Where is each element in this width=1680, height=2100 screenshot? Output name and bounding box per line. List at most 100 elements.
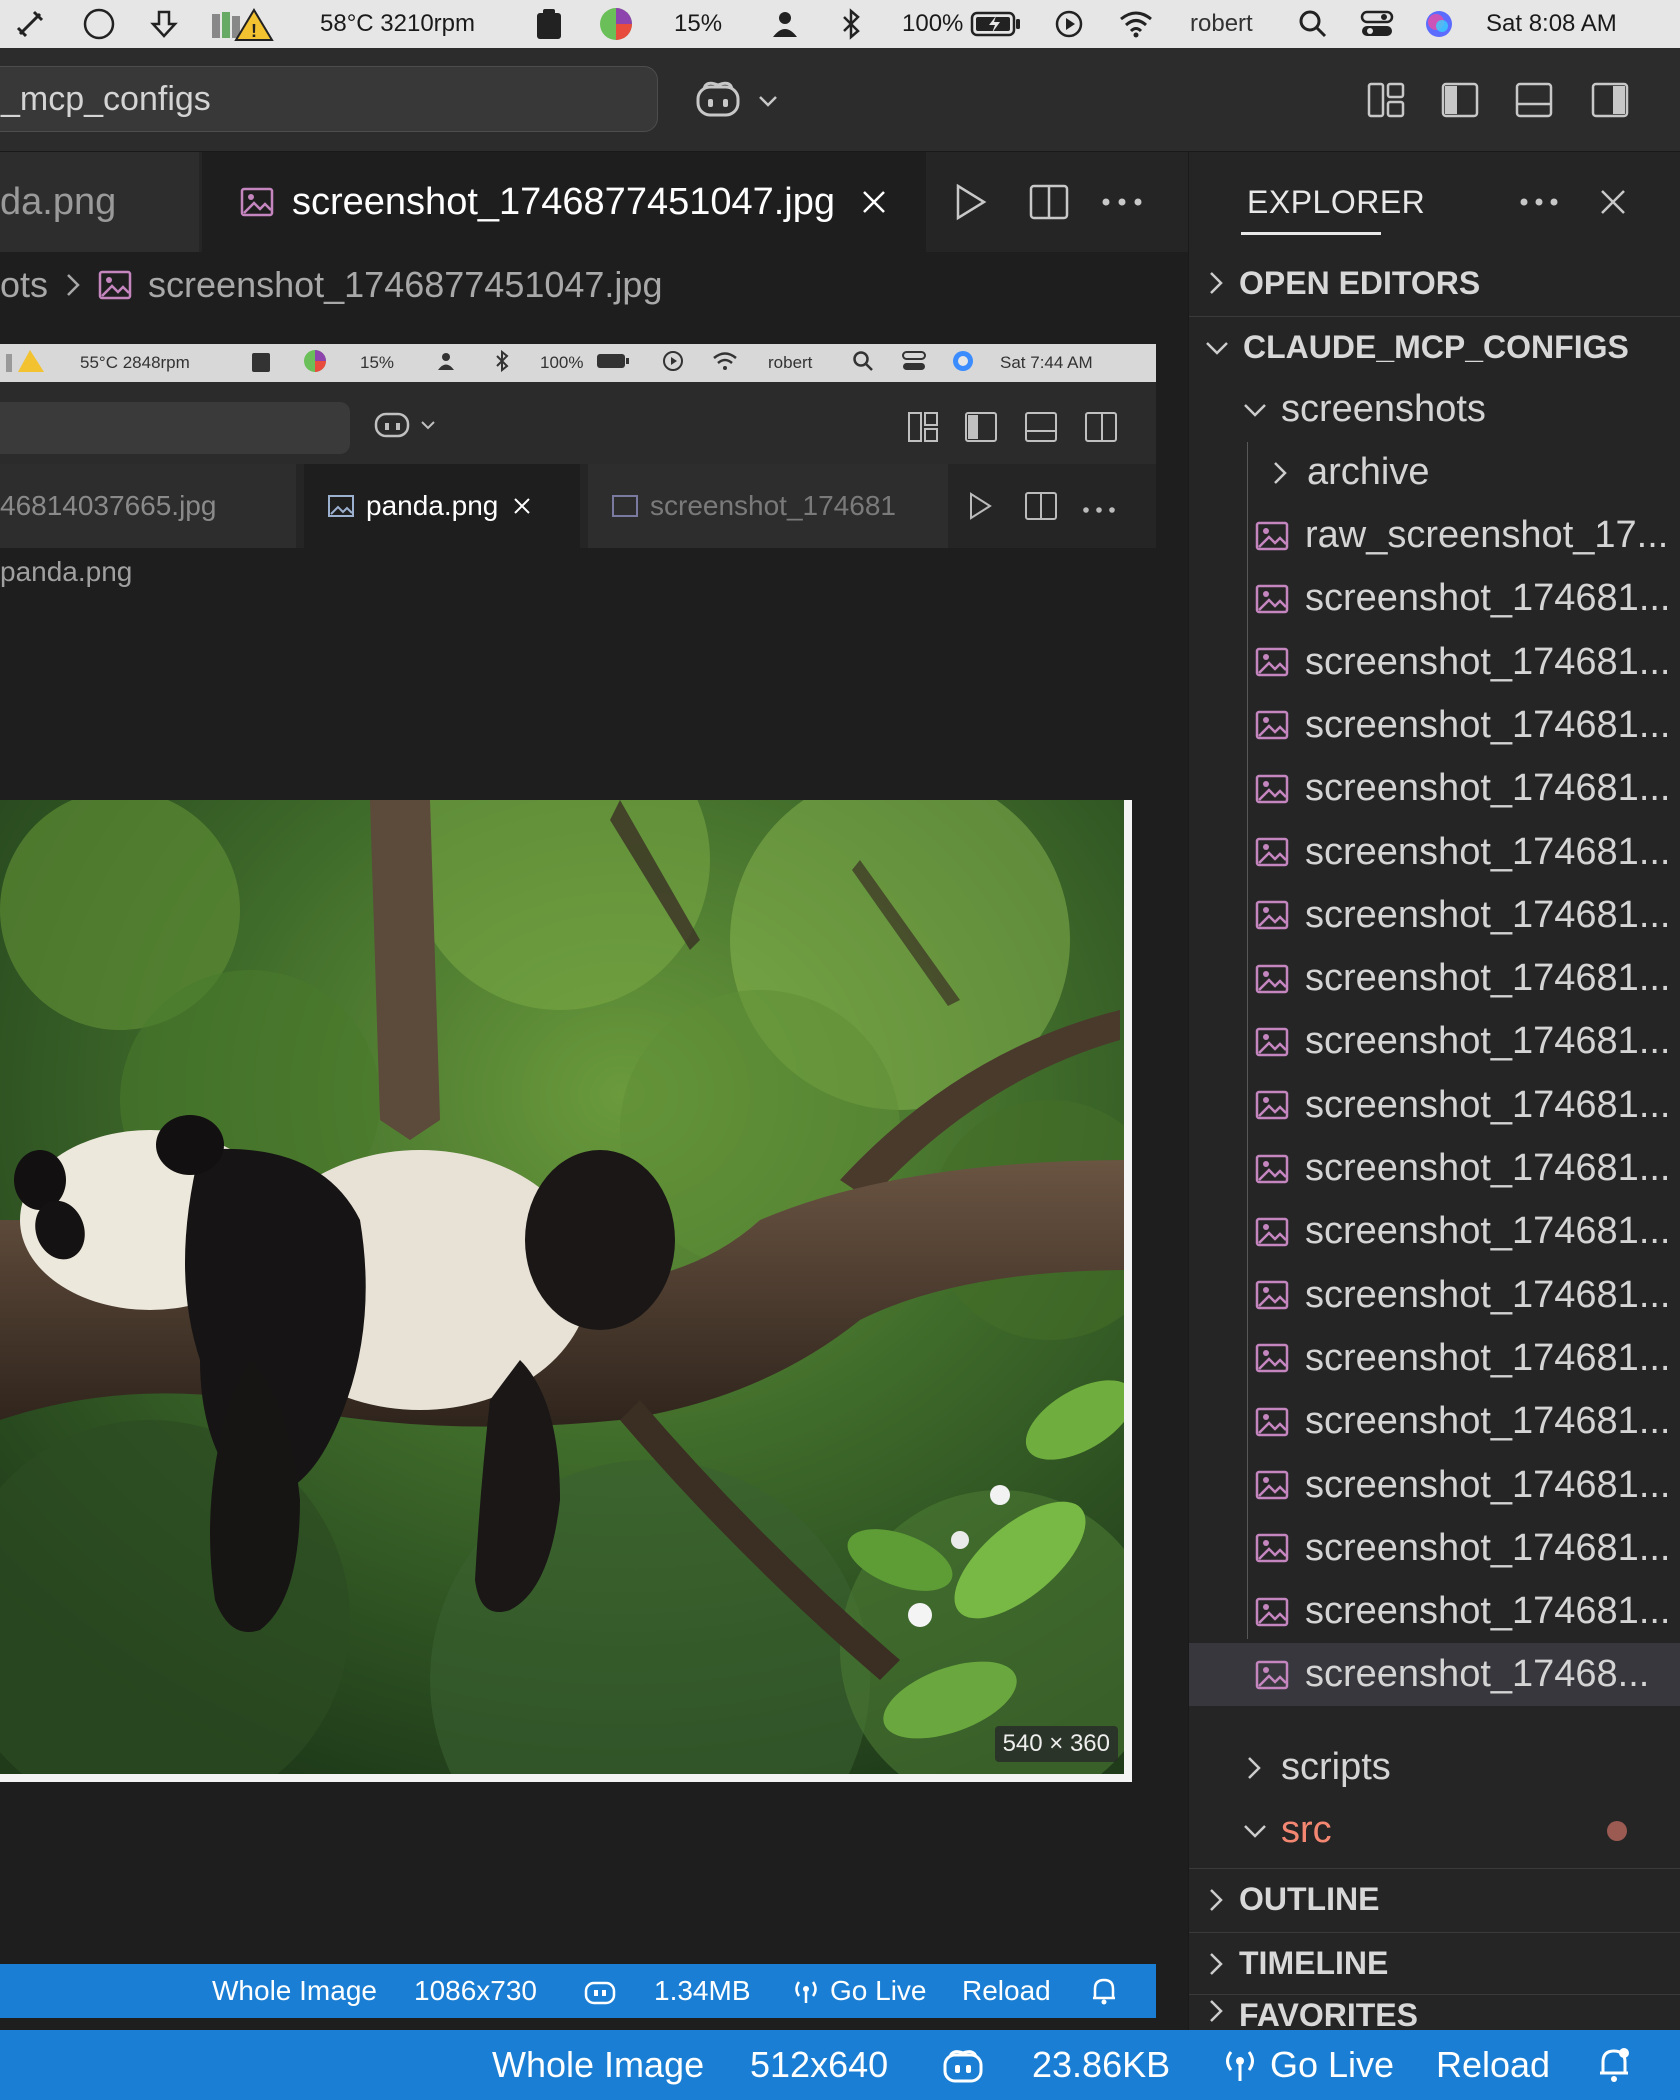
file-screenshot[interactable]: screenshot_174681...	[1189, 1074, 1680, 1137]
memory-stats-icon[interactable]: !	[210, 0, 274, 48]
run-icon	[966, 490, 994, 527]
file-screenshot[interactable]: screenshot_174681...	[1189, 631, 1680, 694]
section-open-editors[interactable]: OPEN EDITORS	[1189, 252, 1680, 314]
download-icon[interactable]	[148, 0, 180, 48]
image-file-icon	[98, 270, 132, 300]
battery-readout[interactable]: 100%	[902, 0, 963, 48]
nested-tab: 46814037665.jpg	[0, 464, 296, 548]
file-label: screenshot_174681...	[1305, 1083, 1671, 1126]
toggle-panel-icon[interactable]	[1512, 78, 1556, 122]
file-screenshot[interactable]: screenshot_174681...	[1189, 884, 1680, 947]
clock[interactable]: Sat 8:08 AM	[1486, 0, 1617, 48]
clipboard-icon	[250, 349, 272, 378]
file-label: screenshot_174681...	[1305, 1590, 1671, 1633]
bell-icon[interactable]	[1596, 2030, 1632, 2100]
status-image-size[interactable]: 512x640	[750, 2030, 888, 2100]
image-file-icon	[1255, 1597, 1289, 1627]
clipboard-icon[interactable]	[534, 0, 564, 48]
file-screenshot[interactable]: screenshot_174681...	[1189, 1137, 1680, 1200]
tool-icon[interactable]	[12, 0, 48, 48]
status-reload[interactable]: Reload	[1436, 2030, 1550, 2100]
status-whole-image[interactable]: Whole Image	[492, 2030, 704, 2100]
chevron-right-icon	[1207, 269, 1225, 297]
tab-panda[interactable]: da.png	[0, 152, 200, 252]
control-center-icon[interactable]	[1360, 0, 1394, 48]
section-favorites[interactable]: FAVORITES	[1189, 1994, 1680, 2033]
copilot-status-icon[interactable]	[942, 2030, 984, 2100]
file-screenshot[interactable]: screenshot_174681...	[1189, 1200, 1680, 1263]
file-screenshot[interactable]: screenshot_174681...	[1189, 694, 1680, 757]
temperature-readout[interactable]: 58°C 3210rpm	[320, 0, 475, 48]
image-file-icon	[1255, 774, 1289, 804]
chevron-right-icon	[1207, 1950, 1225, 1978]
file-screenshot[interactable]: screenshot_174681...	[1189, 1517, 1680, 1580]
siri-icon[interactable]	[1424, 0, 1454, 48]
image-file-icon	[1255, 1217, 1289, 1247]
control-center-icon	[902, 350, 926, 377]
breadcrumb: ots screenshot_1746877451047.jpg	[0, 252, 1188, 318]
active-view-indicator	[1241, 232, 1381, 235]
file-screenshot[interactable]: screenshot_174681...	[1189, 1580, 1680, 1643]
file-screenshot[interactable]: screenshot_174681...	[1189, 757, 1680, 820]
file-label: screenshot_174681...	[1305, 1210, 1671, 1253]
file-label: screenshot_174681...	[1305, 957, 1671, 1000]
file-screenshot[interactable]: screenshot_174681...	[1189, 1327, 1680, 1390]
status-file-size[interactable]: 23.86KB	[1032, 2030, 1170, 2100]
file-screenshot[interactable]: screenshot_174681...	[1189, 1390, 1680, 1453]
explorer-title[interactable]: EXPLORER	[1247, 184, 1425, 221]
command-center-search[interactable]: _mcp_configs	[0, 66, 658, 132]
nested-filesize: 1.34MB	[654, 1975, 751, 2006]
folder-src[interactable]: src	[1189, 1799, 1680, 1862]
circle-icon[interactable]	[82, 0, 116, 48]
section-outline[interactable]: OUTLINE	[1189, 1868, 1680, 1930]
section-workspace-root[interactable]: CLAUDE_MCP_CONFIGS	[1189, 316, 1680, 378]
folder-archive[interactable]: archive	[1189, 441, 1680, 504]
nested-battery: 100%	[540, 353, 584, 372]
breadcrumb-folder[interactable]: ots	[0, 264, 48, 306]
file-screenshot[interactable]: screenshot_174681...	[1189, 1264, 1680, 1327]
section-timeline[interactable]: TIMELINE	[1189, 1932, 1680, 1994]
cpu-pie-icon[interactable]	[598, 0, 634, 48]
split-editor-icon[interactable]	[1028, 152, 1070, 252]
copilot-menu-button[interactable]	[690, 76, 790, 122]
svg-text:!: !	[251, 21, 257, 41]
battery-icon[interactable]	[970, 0, 1022, 48]
file-raw-screenshot[interactable]: raw_screenshot_17...	[1189, 504, 1680, 567]
file-screenshot[interactable]: screenshot_174681...	[1189, 1454, 1680, 1517]
play-circle-icon[interactable]	[1054, 0, 1084, 48]
chevron-right-icon	[64, 271, 82, 299]
more-actions-icon[interactable]	[1100, 152, 1144, 252]
folder-scripts[interactable]: scripts	[1189, 1736, 1680, 1799]
toggle-primary-sidebar-icon[interactable]	[1438, 78, 1482, 122]
nested-tab-label: screenshot_174681	[650, 490, 896, 521]
file-screenshot[interactable]: screenshot_17468...	[1189, 1643, 1680, 1707]
close-tab-icon	[512, 496, 532, 516]
image-file-icon	[1255, 837, 1289, 867]
search-icon[interactable]	[1298, 0, 1328, 48]
more-actions-icon[interactable]	[1519, 196, 1559, 208]
chevron-down-icon	[1203, 339, 1231, 357]
customize-layout-icon[interactable]	[1364, 78, 1408, 122]
file-screenshot[interactable]: screenshot_174681...	[1189, 821, 1680, 884]
file-screenshot[interactable]: screenshot_174681...	[1189, 567, 1680, 630]
nested-clock: Sat 7:44 AM	[1000, 353, 1093, 372]
toggle-secondary-sidebar-icon[interactable]	[1588, 78, 1632, 122]
close-tab-icon[interactable]	[861, 189, 887, 215]
file-screenshot[interactable]: screenshot_174681...	[1189, 947, 1680, 1010]
broadcast-icon[interactable]	[1222, 2030, 1258, 2100]
user-icon	[436, 351, 456, 376]
folder-screenshots[interactable]: screenshots	[1189, 378, 1680, 441]
run-icon[interactable]	[950, 152, 990, 252]
customize-layout-icon	[906, 410, 940, 449]
wifi-icon[interactable]	[1118, 0, 1154, 48]
breadcrumb-file[interactable]: screenshot_1746877451047.jpg	[148, 264, 662, 306]
nested-status-bar: Whole Image 1086x730 1.34MB Go Live Relo…	[0, 1964, 1156, 2018]
user-icon[interactable]	[770, 0, 800, 48]
file-screenshot[interactable]: screenshot_174681...	[1189, 1010, 1680, 1073]
tab-screenshot-active[interactable]: screenshot_1746877451047.jpg	[202, 152, 926, 252]
status-go-live[interactable]: Go Live	[1270, 2030, 1394, 2100]
username-label[interactable]: robert	[1190, 0, 1253, 48]
cpu-readout[interactable]: 15%	[674, 0, 722, 48]
bluetooth-icon[interactable]	[840, 0, 864, 48]
close-icon[interactable]	[1599, 188, 1627, 216]
